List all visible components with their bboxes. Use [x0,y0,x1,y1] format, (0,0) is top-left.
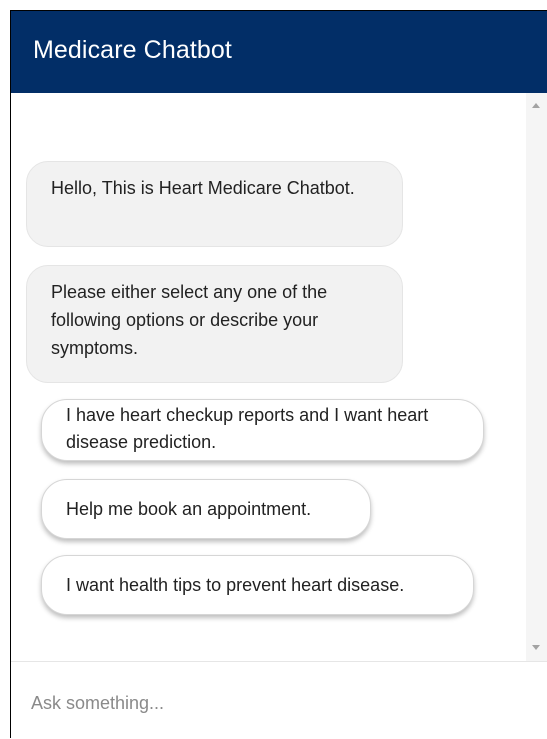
page-frame: Medicare Chatbot Hello, This is Heart Me… [0,0,547,739]
option-health-tips-button[interactable]: I want health tips to prevent heart dise… [41,555,474,615]
bot-message: Please either select any one of the foll… [26,265,403,383]
triangle-down-icon[interactable] [532,645,540,650]
ask-input[interactable] [31,688,521,718]
chat-scrollbar[interactable] [526,93,547,661]
chat-header: Medicare Chatbot [11,11,547,93]
chatbot-window: Medicare Chatbot Hello, This is Heart Me… [10,10,547,739]
chat-input-row [11,662,547,739]
option-heart-disease-prediction-button[interactable]: I have heart checkup reports and I want … [41,399,484,461]
option-book-appointment-button[interactable]: Help me book an appointment. [41,479,371,539]
triangle-up-icon[interactable] [532,103,540,108]
chat-title: Medicare Chatbot [33,36,232,64]
chat-messages-area[interactable]: Hello, This is Heart Medicare Chatbot. P… [11,93,547,661]
bot-message: Hello, This is Heart Medicare Chatbot. [26,161,403,247]
